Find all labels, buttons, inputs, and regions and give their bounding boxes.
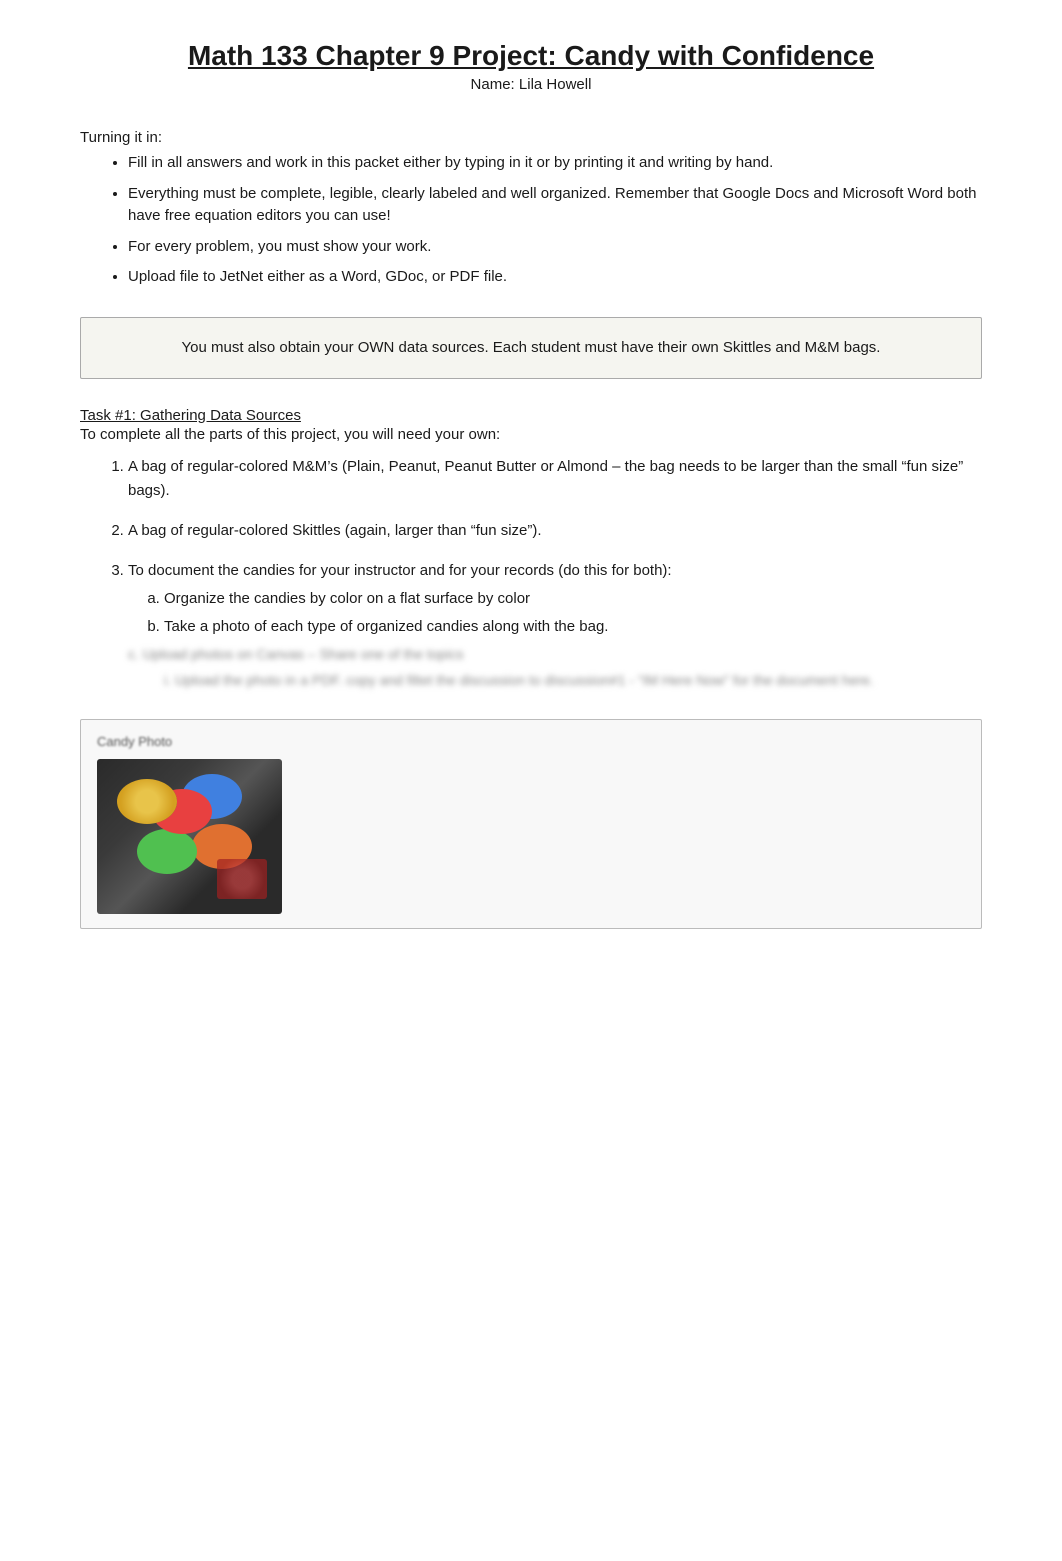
list-item: A bag of regular-colored M&M’s (Plain, P… [128,455,982,503]
image-section: Candy Photo [80,719,982,929]
notice-text: You must also obtain your OWN data sourc… [182,339,881,356]
list-item: Organize the candies by color on a flat … [164,587,982,611]
blurred-item-c: c. Upload photos on Canvas – Share one o… [128,643,982,665]
page-title: Math 133 Chapter 9 Project: Candy with C… [188,40,874,72]
task1-header: Task #1: Gathering Data Sources [80,407,982,424]
sub-list: Organize the candies by color on a flat … [164,587,982,639]
blurred-item-d: i. Upload the photo in a PDF. copy and f… [164,669,982,691]
list-item: A bag of regular-colored Skittles (again… [128,519,982,543]
turning-in-list: Fill in all answers and work in this pac… [128,152,982,289]
list-item: Upload file to JetNet either as a Word, … [128,266,982,289]
image-label: Candy Photo [97,734,965,749]
turning-in-section: Turning it in: Fill in all answers and w… [80,129,982,289]
turning-in-label: Turning it in: [80,129,982,146]
candy-photo [97,759,282,914]
student-name: Name: Lila Howell [80,76,982,93]
task1-item3-text: To document the candies for your instruc… [128,562,672,579]
list-item: For every problem, you must show your wo… [128,236,982,259]
task1-intro: To complete all the parts of this projec… [80,426,982,443]
page-header: Math 133 Chapter 9 Project: Candy with C… [80,40,982,93]
list-item: Fill in all answers and work in this pac… [128,152,982,175]
notice-box: You must also obtain your OWN data sourc… [80,317,982,379]
list-item: Everything must be complete, legible, cl… [128,183,982,228]
task1-list: A bag of regular-colored M&M’s (Plain, P… [128,455,982,692]
list-item: To document the candies for your instruc… [128,559,982,692]
list-item: Take a photo of each type of organized c… [164,615,982,639]
